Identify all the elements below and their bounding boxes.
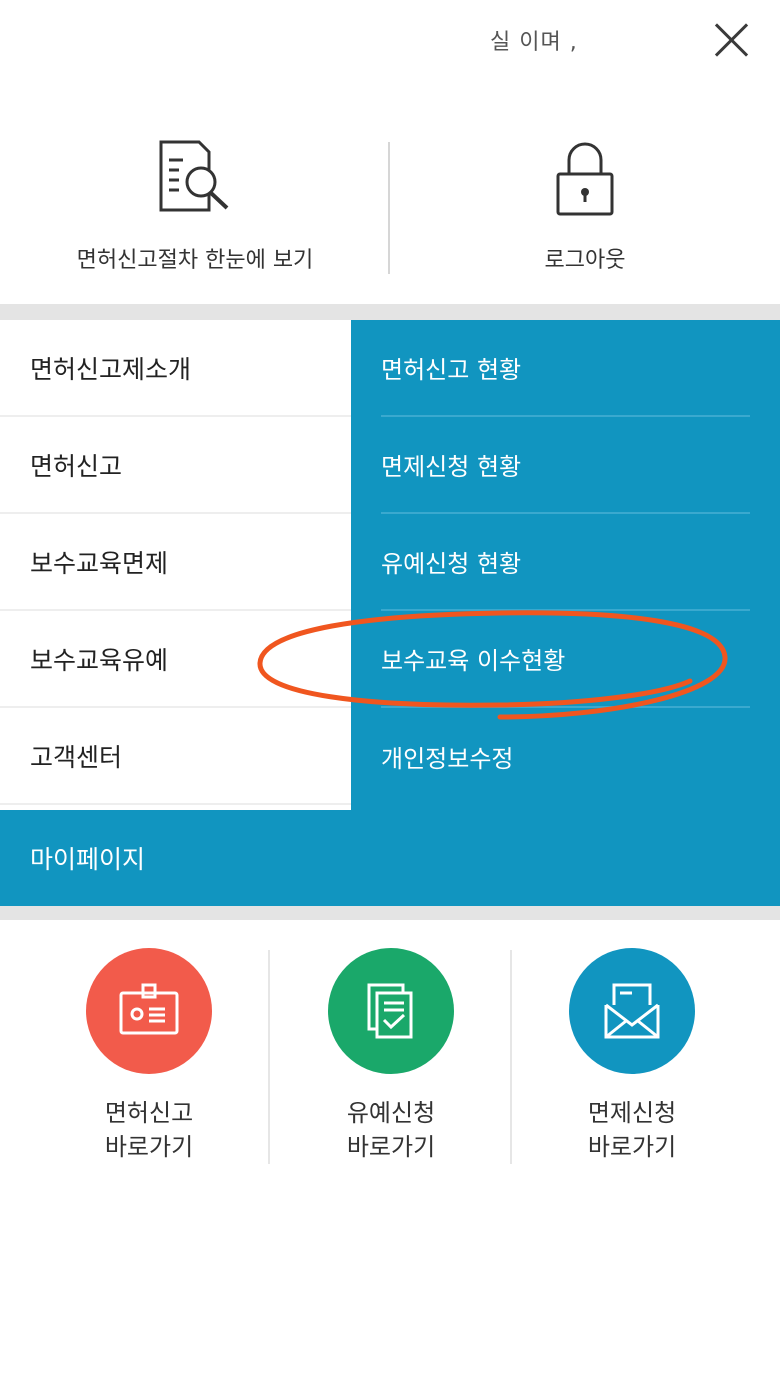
main-menu: 면허신고제소개 면허신고 보수교육면제 보수교육유예 고객센터 xyxy=(0,320,351,810)
menu-item-education-deferral[interactable]: 보수교육유예 xyxy=(0,611,351,708)
shortcut-label-line1: 면허신고 xyxy=(104,1099,194,1127)
submenu-item-license-status[interactable]: 면허신고 현황 xyxy=(381,320,750,417)
logout-button[interactable]: 로그아웃 xyxy=(390,130,780,280)
shortcut-label-line2: 바로가기 xyxy=(346,1133,436,1161)
section-separator-bottom xyxy=(0,906,780,920)
close-icon[interactable] xyxy=(708,16,756,64)
quick-link-label: 면허신고절차 한눈에 보기 xyxy=(76,248,314,273)
id-card-icon xyxy=(119,983,179,1035)
shortcut-deferral-application[interactable]: 유예신청 바로가기 xyxy=(270,948,512,1164)
section-separator xyxy=(0,304,780,320)
document-check-icon xyxy=(367,983,413,1039)
header-partial-text: 실 이며 , xyxy=(490,30,578,55)
header: 실 이며 , xyxy=(0,0,780,80)
menu-item-education-exemption[interactable]: 보수교육면제 xyxy=(0,514,351,611)
submenu-item-edit-profile[interactable]: 개인정보수정 xyxy=(381,708,750,805)
shortcut-circle xyxy=(86,948,212,1074)
submenu: 면허신고 현황 면제신청 현황 유예신청 현황 보수교육 이수현황 개인정보수정 xyxy=(351,320,780,810)
shortcut-exemption-application[interactable]: 면제신청 바로가기 xyxy=(511,948,753,1164)
envelope-icon xyxy=(604,983,660,1039)
submenu-item-education-completion[interactable]: 보수교육 이수현황 xyxy=(381,611,750,708)
logout-label: 로그아웃 xyxy=(544,248,626,273)
shortcut-circle xyxy=(328,948,454,1074)
submenu-item-exemption-status[interactable]: 면제신청 현황 xyxy=(381,417,750,514)
menu-item-license-report[interactable]: 면허신고 xyxy=(0,417,351,514)
shortcut-circle xyxy=(569,948,695,1074)
menu-item-license-system-intro[interactable]: 면허신고제소개 xyxy=(0,320,351,417)
shortcut-label-line2: 바로가기 xyxy=(104,1133,194,1161)
shortcut-label-line1: 면제신청 xyxy=(587,1099,677,1127)
shortcut-license-report[interactable]: 면허신고 바로가기 xyxy=(28,948,270,1164)
menu-item-customer-center[interactable]: 고객센터 xyxy=(0,708,351,805)
menu-item-mypage[interactable]: 마이페이지 xyxy=(0,810,780,906)
submenu-item-deferral-status[interactable]: 유예신청 현황 xyxy=(381,514,750,611)
shortcut-label-line1: 유예신청 xyxy=(346,1099,436,1127)
quick-link-license-procedure[interactable]: 면허신고절차 한눈에 보기 xyxy=(0,130,390,280)
document-search-icon xyxy=(153,138,237,222)
shortcut-label-line2: 바로가기 xyxy=(587,1133,677,1161)
lock-icon xyxy=(553,138,617,222)
